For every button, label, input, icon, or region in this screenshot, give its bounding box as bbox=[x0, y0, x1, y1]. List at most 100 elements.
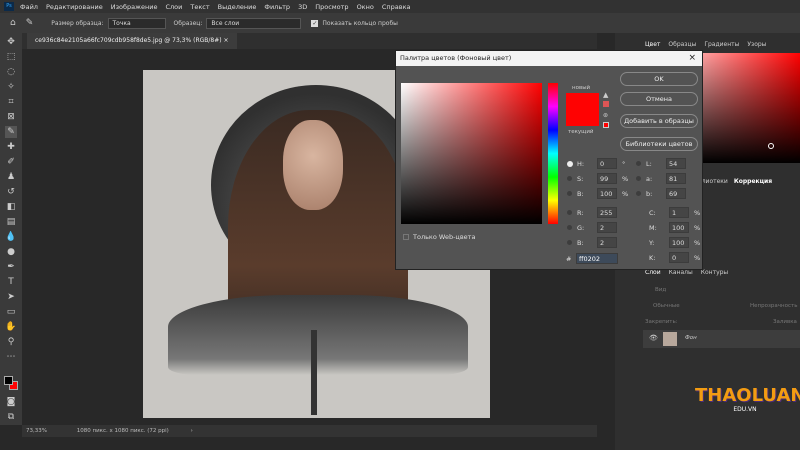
hex-input[interactable]: ff0202 bbox=[576, 253, 618, 264]
options-bar: ⌂ ✎ Размер образца: Точка Образец: Все с… bbox=[0, 13, 800, 33]
crop-tool-icon[interactable]: ⌗ bbox=[5, 96, 17, 108]
tab-patterns[interactable]: Узоры bbox=[747, 41, 766, 48]
status-bar: 73,33% 1080 пикс. x 1080 пикс. (72 ppi) … bbox=[22, 425, 597, 437]
current-color-swatch[interactable] bbox=[566, 109, 599, 126]
marquee-tool-icon[interactable]: ⬚ bbox=[5, 51, 17, 63]
shape-tool-icon[interactable]: ▭ bbox=[5, 306, 17, 318]
document-tab[interactable]: ce936c84e2105a66fc709cdb958f8de5.jpg @ 7… bbox=[27, 33, 237, 49]
brightness-input[interactable]: 100 bbox=[597, 188, 617, 199]
home-icon[interactable]: ⌂ bbox=[10, 18, 16, 28]
zoom-level[interactable]: 73,33% bbox=[26, 428, 47, 434]
color-picker-ring[interactable] bbox=[768, 143, 774, 149]
lab-b-input[interactable]: 69 bbox=[666, 188, 686, 199]
opacity-label: Непрозрачность bbox=[750, 303, 798, 309]
menu-edit[interactable]: Редактирование bbox=[46, 3, 103, 11]
blur-tool-icon[interactable]: 💧 bbox=[5, 231, 17, 243]
gradient-tool-icon[interactable]: ▤ bbox=[5, 216, 17, 228]
web-safe-swatch[interactable] bbox=[603, 122, 609, 128]
hand-tool-icon[interactable]: ✋ bbox=[5, 321, 17, 333]
layer-row[interactable]: 👁 Фон bbox=[643, 330, 800, 348]
menu-layers[interactable]: Слои bbox=[165, 3, 182, 11]
add-to-swatches-button[interactable]: Добавить в образцы bbox=[620, 114, 698, 128]
brush-tool-icon[interactable]: ✐ bbox=[5, 156, 17, 168]
saturation-radio[interactable] bbox=[567, 176, 572, 181]
menu-image[interactable]: Изображение bbox=[111, 3, 158, 11]
tab-paths[interactable]: Контуры bbox=[701, 269, 728, 276]
stamp-tool-icon[interactable]: ♟ bbox=[5, 171, 17, 183]
pen-tool-icon[interactable]: ✒ bbox=[5, 261, 17, 273]
web-safe-icon[interactable]: ⊛ bbox=[603, 112, 608, 119]
gamut-warning-icon[interactable]: ▲ bbox=[603, 91, 608, 99]
blue-radio[interactable] bbox=[567, 240, 572, 245]
close-icon[interactable]: × bbox=[688, 51, 696, 66]
tab-swatches[interactable]: Образцы bbox=[668, 41, 696, 48]
path-select-icon[interactable]: ➤ bbox=[5, 291, 17, 303]
layers-tabs: Слои Каналы Контуры bbox=[645, 269, 728, 276]
type-tool-icon[interactable]: T bbox=[5, 276, 17, 288]
menu-select[interactable]: Выделение bbox=[218, 3, 257, 11]
menu-filter[interactable]: Фильтр bbox=[264, 3, 290, 11]
lab-l-input[interactable]: 54 bbox=[666, 158, 686, 169]
saturation-brightness-field[interactable] bbox=[401, 83, 542, 224]
blend-mode-select[interactable]: Обычные bbox=[653, 303, 680, 309]
layers-filter-select[interactable]: Вид bbox=[655, 287, 666, 293]
status-arrow-icon[interactable]: › bbox=[191, 428, 193, 434]
tab-color[interactable]: Цвет bbox=[645, 41, 660, 48]
building-spire bbox=[311, 330, 317, 415]
healing-brush-icon[interactable]: ✚ bbox=[5, 141, 17, 153]
eyedropper-icon[interactable]: ✎ bbox=[26, 18, 34, 28]
menu-file[interactable]: Файл bbox=[20, 3, 38, 11]
screen-mode-icon[interactable]: ⧉ bbox=[5, 411, 17, 423]
web-only-checkbox[interactable] bbox=[403, 234, 409, 240]
red-radio[interactable] bbox=[567, 210, 572, 215]
hue-radio[interactable] bbox=[567, 161, 573, 167]
history-brush-icon[interactable]: ↺ bbox=[5, 186, 17, 198]
magic-wand-icon[interactable]: ✧ bbox=[5, 81, 17, 93]
color-libraries-button[interactable]: Библиотеки цветов bbox=[620, 137, 698, 151]
sample-select[interactable]: Все слои bbox=[206, 17, 302, 29]
red-input[interactable]: 255 bbox=[597, 207, 617, 218]
yellow-input[interactable]: 100 bbox=[669, 237, 689, 248]
zoom-tool-icon[interactable]: ⚲ bbox=[5, 336, 17, 348]
quick-mask-icon[interactable]: ◙ bbox=[5, 396, 17, 408]
frame-tool-icon[interactable]: ⊠ bbox=[5, 111, 17, 123]
magenta-input[interactable]: 100 bbox=[669, 222, 689, 233]
gamut-swatch[interactable] bbox=[603, 101, 609, 107]
move-tool-icon[interactable]: ✥ bbox=[5, 36, 17, 48]
cancel-button[interactable]: Отмена bbox=[620, 92, 698, 106]
tab-adjustments[interactable]: Коррекция bbox=[734, 178, 772, 185]
lab-a-radio[interactable] bbox=[636, 176, 641, 181]
ok-button[interactable]: OK bbox=[620, 72, 698, 86]
hue-slider[interactable] bbox=[548, 83, 558, 224]
visibility-eye-icon[interactable]: 👁 bbox=[649, 334, 658, 342]
more-tools-icon[interactable]: ⋯ bbox=[5, 351, 17, 363]
menu-3d[interactable]: 3D bbox=[298, 3, 307, 11]
show-ring-checkbox[interactable]: ✓ bbox=[311, 19, 319, 27]
saturation-input[interactable]: 99 bbox=[597, 173, 617, 184]
menu-help[interactable]: Справка bbox=[382, 3, 411, 11]
lab-b-radio[interactable] bbox=[636, 191, 641, 196]
brightness-radio[interactable] bbox=[567, 191, 572, 196]
blue-input[interactable]: 2 bbox=[597, 237, 617, 248]
hue-input[interactable]: 0 bbox=[597, 158, 617, 169]
sample-size-select[interactable]: Точка bbox=[107, 17, 166, 29]
menu-type[interactable]: Текст bbox=[190, 3, 209, 11]
green-input[interactable]: 2 bbox=[597, 222, 617, 233]
menu-window[interactable]: Окно bbox=[357, 3, 374, 11]
foreground-color-swatch[interactable] bbox=[4, 376, 13, 385]
lab-a-input[interactable]: 81 bbox=[666, 173, 686, 184]
tab-channels[interactable]: Каналы bbox=[669, 269, 693, 276]
eraser-tool-icon[interactable]: ◧ bbox=[5, 201, 17, 213]
green-radio[interactable] bbox=[567, 225, 572, 230]
eyedropper-tool-icon[interactable]: ✎ bbox=[5, 126, 17, 138]
tab-gradients[interactable]: Градиенты bbox=[704, 41, 739, 48]
close-tab-icon[interactable]: × bbox=[224, 37, 229, 44]
cyan-input[interactable]: 1 bbox=[669, 207, 689, 218]
color-panel-tabs: Цвет Образцы Градиенты Узоры bbox=[645, 41, 766, 48]
menu-view[interactable]: Просмотр bbox=[315, 3, 348, 11]
tab-layers[interactable]: Слои bbox=[645, 269, 661, 276]
black-input[interactable]: 0 bbox=[669, 252, 689, 263]
lab-l-radio[interactable] bbox=[636, 161, 641, 166]
dodge-tool-icon[interactable]: ● bbox=[5, 246, 17, 258]
lasso-tool-icon[interactable]: ◌ bbox=[5, 66, 17, 78]
